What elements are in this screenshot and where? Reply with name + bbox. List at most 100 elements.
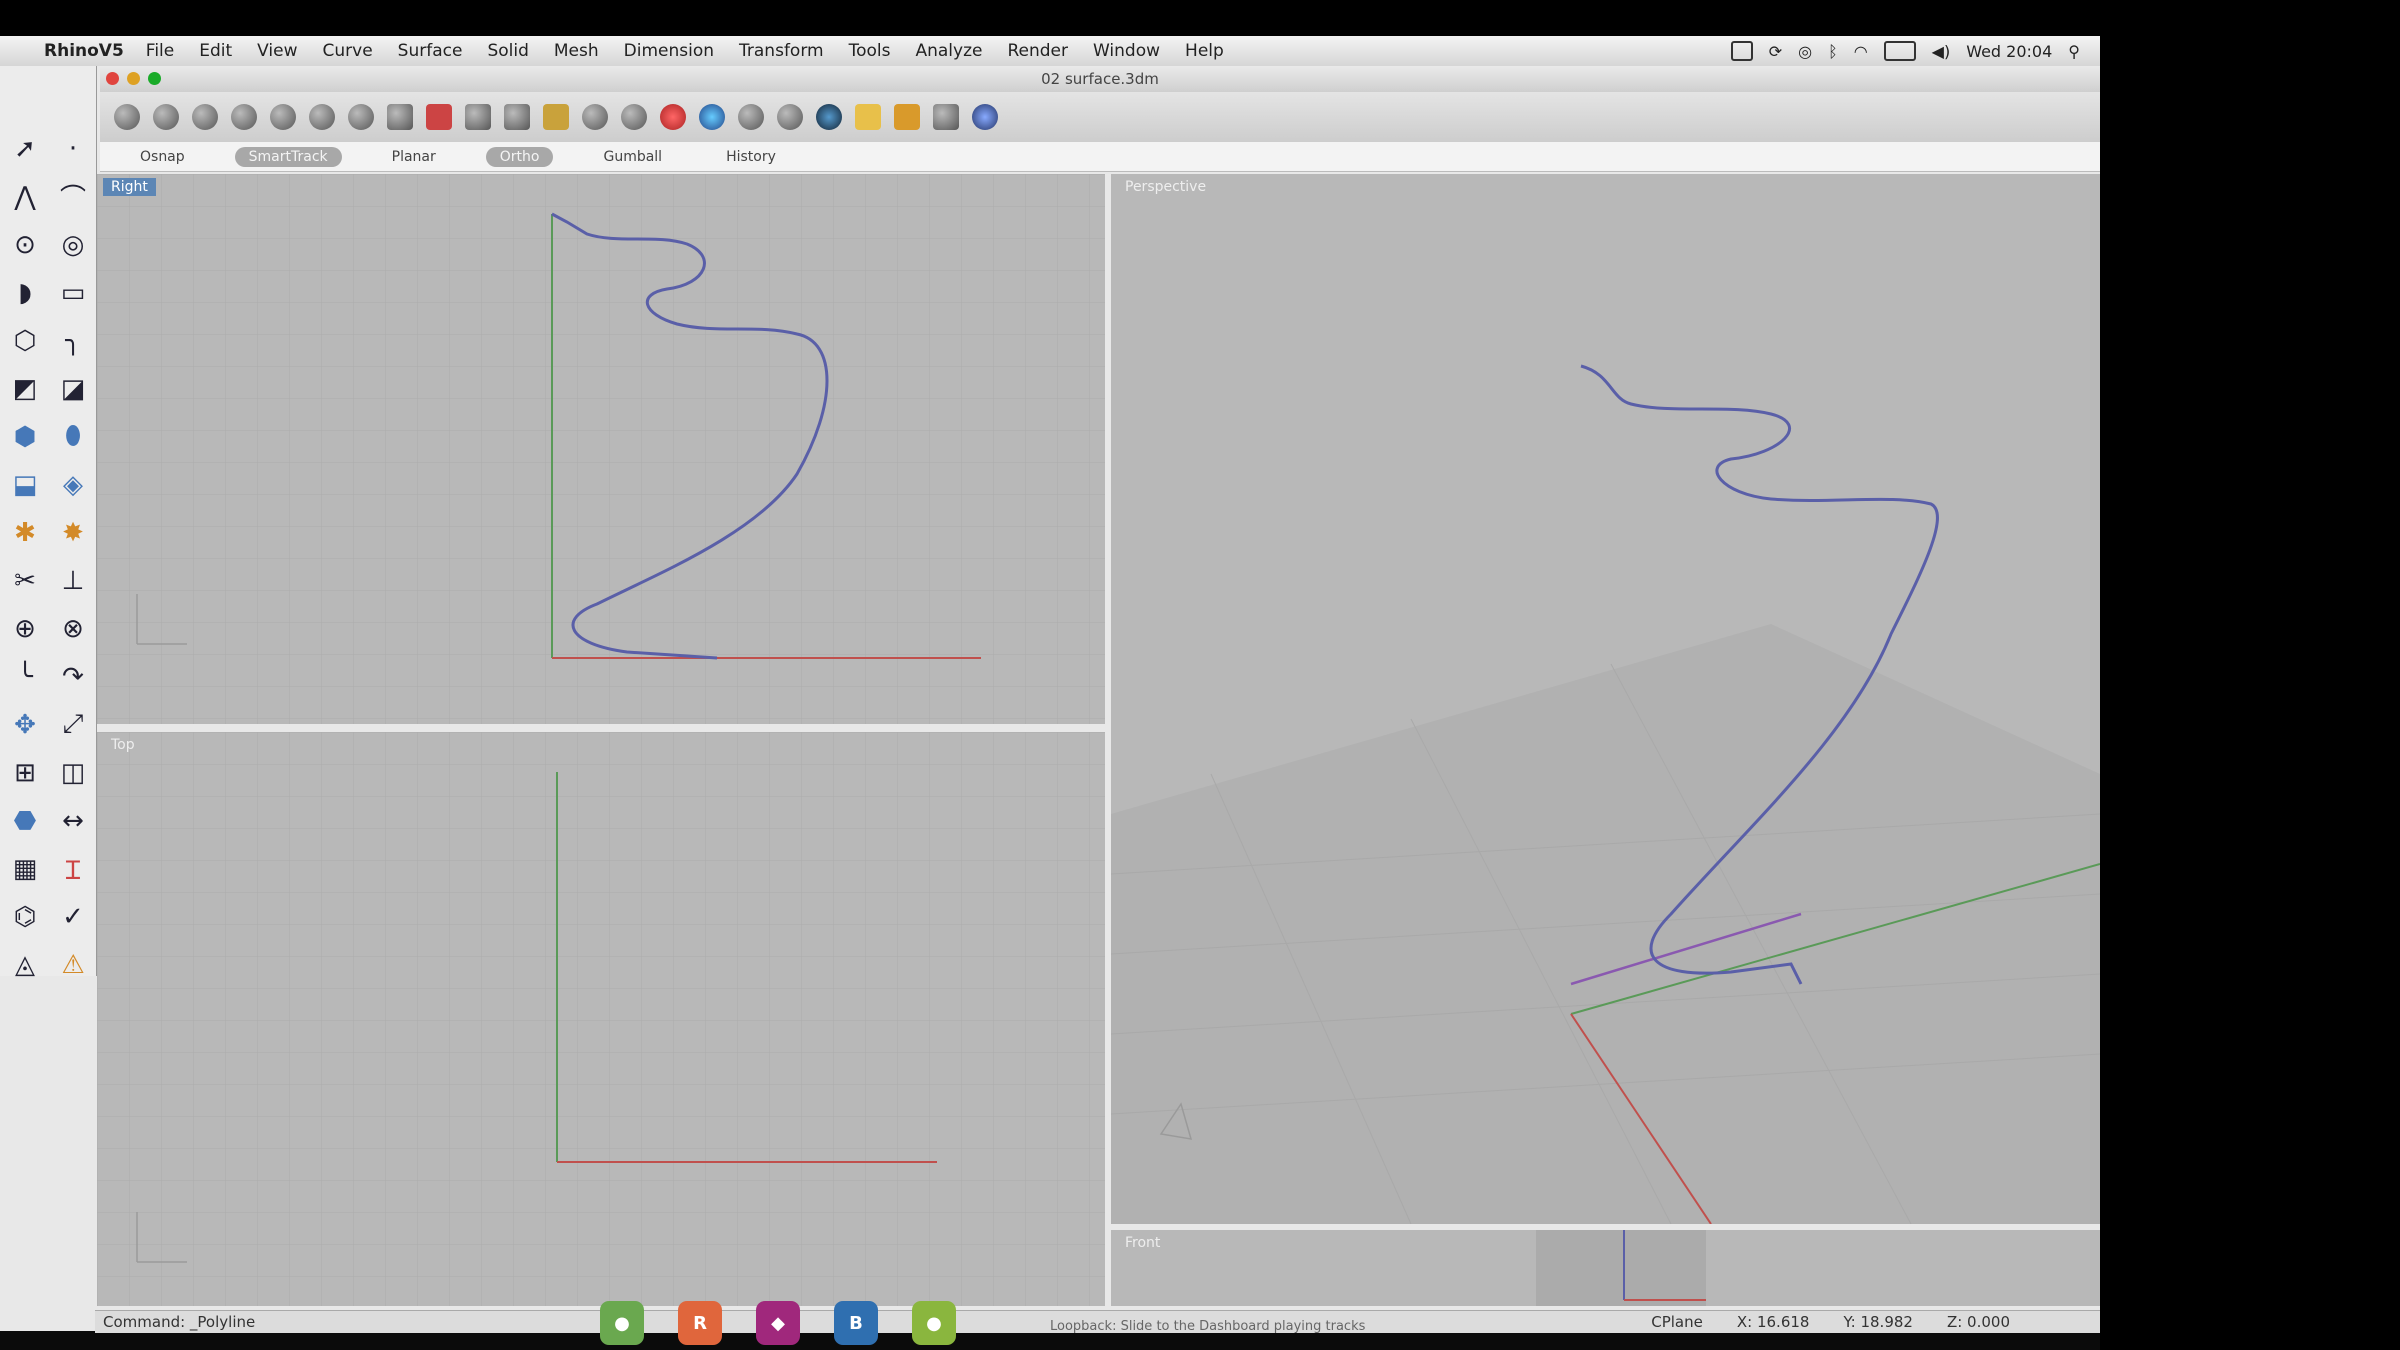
cplane-icon[interactable] [426,104,452,130]
menu-window[interactable]: Window [1093,41,1160,61]
block-icon[interactable] [933,104,959,130]
render-tool-icon[interactable]: ◬ [4,942,46,987]
point-icon[interactable]: · [52,126,94,171]
mode-osnap[interactable]: Osnap [126,147,199,167]
move-icon[interactable]: ✥ [4,702,46,747]
display-icon[interactable] [1730,41,1753,61]
rotate-view-icon[interactable] [153,104,179,130]
bluetooth-icon[interactable]: ᛒ [1828,42,1838,61]
viewport-front[interactable]: Front [1111,1230,2100,1306]
dimension-icon[interactable]: ↔ [52,798,94,843]
command-line[interactable]: Command: _Polyline [103,1313,255,1331]
join-icon[interactable]: ⊕ [4,606,46,651]
battery-icon[interactable] [1883,41,1916,61]
layers-icon[interactable] [543,104,569,130]
viewport-label-top[interactable]: Top [103,736,143,754]
check-icon[interactable]: ✓ [52,894,94,939]
mirror-icon[interactable]: ◫ [52,750,94,795]
menu-surface[interactable]: Surface [398,41,463,61]
menu-tools[interactable]: Tools [849,41,891,61]
menu-mesh[interactable]: Mesh [554,41,599,61]
zoom-selected-icon[interactable] [309,104,335,130]
dock-app-rhino-icon[interactable]: R [678,1301,722,1345]
menu-dimension[interactable]: Dimension [624,41,714,61]
menu-analyze[interactable]: Analyze [915,41,982,61]
mode-smarttrack[interactable]: SmartTrack [234,146,342,167]
undo-view-icon[interactable] [348,104,374,130]
mesh-icon[interactable]: ⬣ [4,798,46,843]
help-icon[interactable] [972,104,998,130]
loft-icon[interactable]: ◪ [52,366,94,411]
hide-icon[interactable] [621,104,647,130]
spotlight-icon[interactable]: ⚲ [2068,42,2080,61]
menu-edit[interactable]: Edit [199,41,232,61]
menu-app-name[interactable]: RhinoV5 [44,41,124,61]
box-icon[interactable]: ⬢ [4,414,46,459]
dock-app-blue-icon[interactable]: B [834,1301,878,1345]
array-icon[interactable]: ⊞ [4,750,46,795]
wifi-icon[interactable]: ◠ [1854,42,1868,61]
extrude-icon[interactable]: ⬓ [4,462,46,507]
mode-history[interactable]: History [712,147,790,167]
split-icon[interactable]: ⊥ [52,558,94,603]
cylinder-icon[interactable]: ⬮ [52,414,94,459]
menu-solid[interactable]: Solid [487,41,528,61]
light-tool-icon[interactable]: ⚠ [52,942,94,987]
arc-icon[interactable]: ◗ [4,270,46,315]
mode-ortho[interactable]: Ortho [485,146,554,167]
select-icon[interactable]: ➚ [4,126,46,171]
blend-icon[interactable]: ↷ [52,654,94,699]
viewport-right[interactable]: Right [97,174,1105,724]
viewport-label-perspective[interactable]: Perspective [1117,178,1214,196]
rendered-icon[interactable] [699,104,725,130]
cplane-selector[interactable]: CPlane [1651,1313,1703,1331]
volume-icon[interactable]: ◀) [1932,42,1951,61]
rectangle-icon[interactable]: ▭ [52,270,94,315]
materials-icon[interactable] [894,104,920,130]
light-icon[interactable] [582,104,608,130]
zoom-window-icon[interactable] [231,104,257,130]
menu-curve[interactable]: Curve [323,41,373,61]
curve-icon[interactable]: ⌒ [52,174,94,219]
viewport-label-front[interactable]: Front [1117,1234,1168,1252]
explode-icon[interactable]: ✸ [52,510,94,555]
properties-icon[interactable] [855,104,881,130]
menu-help[interactable]: Help [1185,41,1224,61]
ghosted-icon[interactable] [738,104,764,130]
mode-gumball[interactable]: Gumball [589,147,676,167]
analyze-icon[interactable]: ⌬ [4,894,46,939]
four-viewports-icon[interactable] [387,104,413,130]
offset-icon[interactable]: ╰ [4,654,46,699]
shaded-icon[interactable] [660,104,686,130]
polygon-icon[interactable]: ⬡ [4,318,46,363]
zoom-dynamic-icon[interactable] [192,104,218,130]
snap-icon[interactable] [504,104,530,130]
scale-icon[interactable]: ⤢ [52,702,94,747]
zoom-extents-icon[interactable] [270,104,296,130]
dock-app-purple-icon[interactable]: ◆ [756,1301,800,1345]
ellipse-icon[interactable]: ◎ [52,222,94,267]
group-icon[interactable]: ⊗ [52,606,94,651]
time-machine-icon[interactable]: ⟳ [1769,42,1782,61]
viewport-top[interactable]: Top [97,732,1105,1306]
menu-render[interactable]: Render [1007,41,1068,61]
xray-icon[interactable] [777,104,803,130]
menu-clock[interactable]: Wed 20:04 [1966,42,2052,61]
boolean-icon[interactable]: ✱ [4,510,46,555]
fillet-icon[interactable]: ╮ [52,318,94,363]
pan-icon[interactable] [114,104,140,130]
menu-view[interactable]: View [257,41,297,61]
polyline-icon[interactable]: ⋀ [4,174,46,219]
grid-icon[interactable] [465,104,491,130]
mode-planar[interactable]: Planar [378,147,450,167]
surface-icon[interactable]: ◩ [4,366,46,411]
grid-array-icon[interactable]: ▦ [4,846,46,891]
plane-icon[interactable]: ◈ [52,462,94,507]
dock-app-green-icon[interactable]: ● [912,1301,956,1345]
dock-app-finder-icon[interactable]: ● [600,1301,644,1345]
menu-file[interactable]: File [146,41,174,61]
menu-transform[interactable]: Transform [739,41,824,61]
sync-icon[interactable]: ◎ [1798,42,1812,61]
trim-icon[interactable]: ✂ [4,558,46,603]
render-icon[interactable] [816,104,842,130]
